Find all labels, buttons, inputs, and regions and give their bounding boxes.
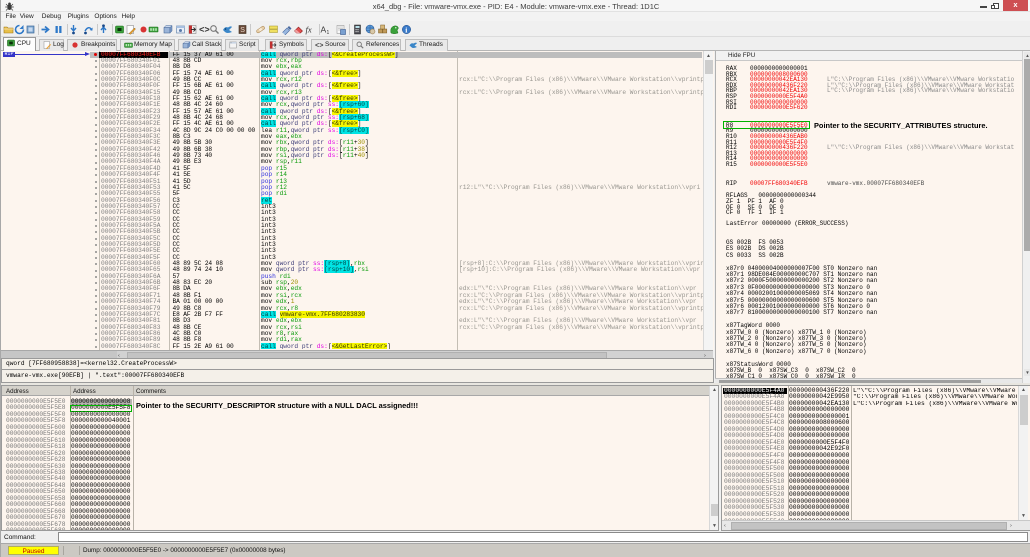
svg-text:i: i bbox=[405, 26, 407, 35]
svg-text:1: 1 bbox=[327, 30, 330, 35]
svg-text:S: S bbox=[240, 27, 245, 34]
svg-text:<>: <> bbox=[315, 42, 323, 49]
svg-text:fx: fx bbox=[305, 25, 311, 35]
